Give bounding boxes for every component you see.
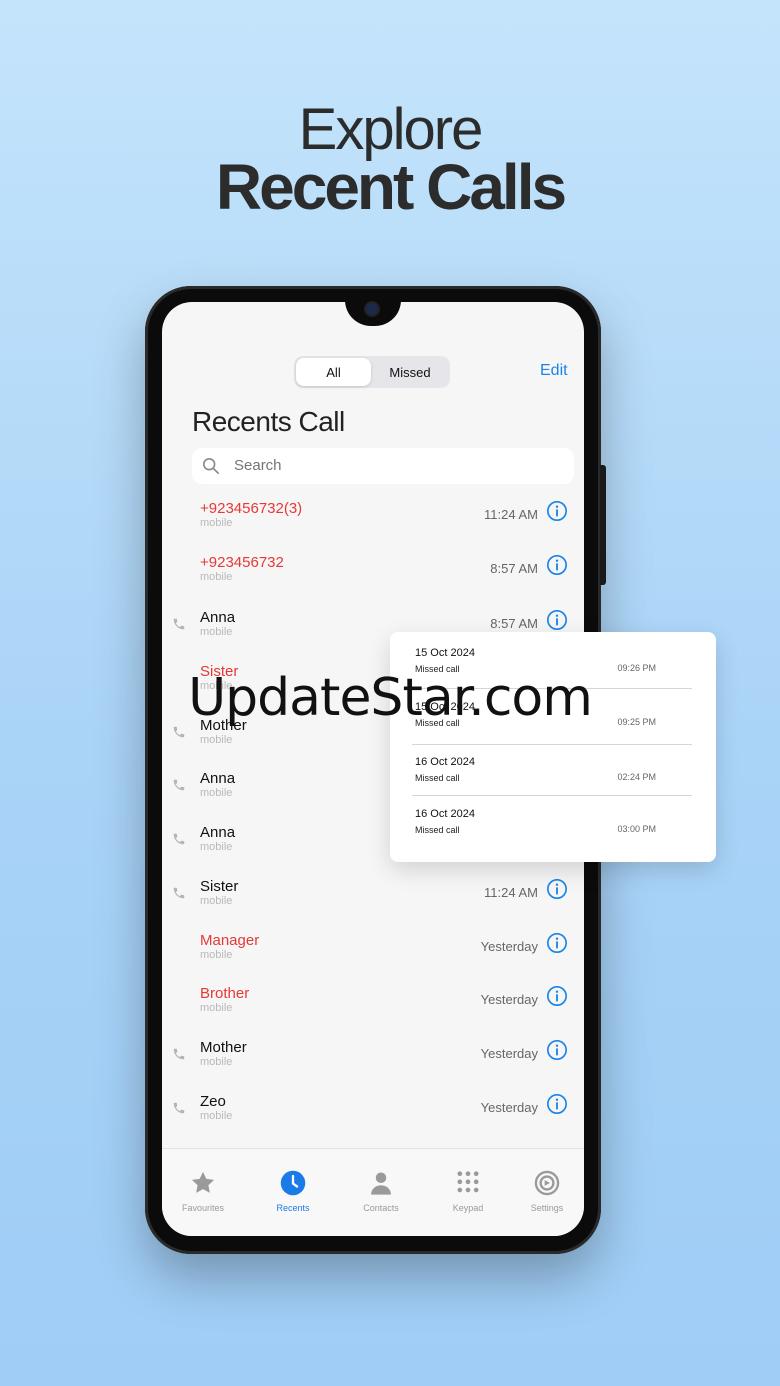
caller-name: Anna <box>200 824 236 841</box>
person-icon <box>371 1172 391 1195</box>
tab-recents-label: Recents <box>276 1203 310 1213</box>
info-icon[interactable] <box>546 878 568 900</box>
info-icon[interactable] <box>546 932 568 954</box>
call-type: mobile <box>200 626 233 638</box>
outgoing-call-icon <box>173 618 185 630</box>
tab-recents[interactable]: Recents <box>253 1169 333 1213</box>
call-type: mobile <box>200 1110 233 1122</box>
keypad-icon <box>457 1171 479 1193</box>
popup-time: 02:24 PM <box>617 772 656 782</box>
call-time: 11:24 AM <box>484 885 538 900</box>
info-icon[interactable] <box>546 609 568 631</box>
info-icon[interactable] <box>546 1039 568 1061</box>
call-history-popup: 15 Oct 2024 Missed call 09:26 PM 15 Oct … <box>390 632 716 862</box>
tab-settings[interactable]: Settings <box>507 1169 584 1213</box>
call-type: mobile <box>200 571 233 583</box>
outgoing-call-icon <box>173 779 185 791</box>
call-row[interactable]: +923456732(3) mobile 11:24 AM <box>162 500 584 554</box>
call-time: 8:57 AM <box>490 561 538 576</box>
call-row[interactable]: Manager mobile Yesterday <box>162 932 584 986</box>
clock-icon <box>280 1170 306 1196</box>
call-type: mobile <box>200 517 233 529</box>
popup-type: Missed call <box>415 773 460 783</box>
caller-name: Sister <box>200 878 239 895</box>
call-type: mobile <box>200 841 233 853</box>
popup-date: 15 Oct 2024 <box>415 647 475 659</box>
tab-bar: Favourites Recents Contacts Keypad Setti… <box>162 1148 584 1236</box>
call-time: Yesterday <box>480 939 538 954</box>
popup-type: Missed call <box>415 825 460 835</box>
caller-name: +923456732(3) <box>200 500 303 517</box>
caller-name: Mother <box>200 1039 247 1056</box>
caller-name: Anna <box>200 770 236 787</box>
search-icon <box>202 457 220 475</box>
popup-date: 16 Oct 2024 <box>415 808 475 820</box>
call-row[interactable]: Sister mobile 11:24 AM <box>162 878 584 932</box>
call-type: mobile <box>200 895 233 907</box>
call-time: Yesterday <box>480 1100 538 1115</box>
call-time: 11:24 AM <box>484 507 538 522</box>
front-camera <box>366 303 378 315</box>
call-type: mobile <box>200 1002 233 1014</box>
search-input[interactable] <box>234 457 534 474</box>
call-time: Yesterday <box>480 992 538 1007</box>
popup-item: 16 Oct 2024 Missed call 02:24 PM <box>414 756 692 806</box>
popup-divider <box>412 795 692 796</box>
popup-item: 16 Oct 2024 Missed call 03:00 PM <box>414 808 692 858</box>
tab-contacts-label: Contacts <box>363 1203 399 1213</box>
watermark: UpdateStar.com <box>188 668 593 728</box>
caller-name: Manager <box>200 932 260 949</box>
tab-keypad[interactable]: Keypad <box>428 1169 508 1213</box>
segment-all[interactable]: All <box>296 358 371 386</box>
outgoing-call-icon <box>173 887 185 899</box>
search-bar[interactable] <box>192 448 574 484</box>
popup-date: 16 Oct 2024 <box>415 756 475 768</box>
tab-contacts[interactable]: Contacts <box>341 1169 421 1213</box>
phone-side-button <box>600 465 606 585</box>
page-title: Recents Call <box>192 406 345 437</box>
outgoing-call-icon <box>173 833 185 845</box>
edit-button[interactable]: Edit <box>540 362 568 380</box>
call-row[interactable]: +923456732 mobile 8:57 AM <box>162 554 584 608</box>
call-time: Yesterday <box>480 1046 538 1061</box>
star-icon <box>191 1171 215 1193</box>
popup-time: 03:00 PM <box>617 824 656 834</box>
caller-name: +923456732 <box>200 554 284 571</box>
call-row[interactable]: Mother mobile Yesterday <box>162 1039 584 1093</box>
popup-divider <box>412 744 692 745</box>
call-type: mobile <box>200 949 233 961</box>
info-icon[interactable] <box>546 985 568 1007</box>
headline-recent-calls: Recent Calls <box>215 151 567 223</box>
tab-keypad-label: Keypad <box>452 1203 484 1213</box>
call-row[interactable]: Brother mobile Yesterday <box>162 985 584 1039</box>
caller-name: Zeo <box>200 1093 226 1110</box>
tab-favourites[interactable]: Favourites <box>163 1169 243 1213</box>
caller-name: Anna <box>200 609 236 626</box>
call-type: mobile <box>200 734 233 746</box>
gear-icon <box>534 1170 560 1196</box>
call-row[interactable]: Zeo mobile Yesterday <box>162 1093 584 1147</box>
segmented-control: All Missed <box>294 356 450 388</box>
info-icon[interactable] <box>546 554 568 576</box>
outgoing-call-icon <box>173 1102 185 1114</box>
tab-favourites-label: Favourites <box>181 1203 225 1213</box>
call-time: 8:57 AM <box>490 616 538 631</box>
caller-name: Brother <box>200 985 250 1002</box>
info-icon[interactable] <box>546 500 568 522</box>
info-icon[interactable] <box>546 1093 568 1115</box>
tab-settings-label: Settings <box>530 1203 564 1213</box>
outgoing-call-icon <box>173 1048 185 1060</box>
call-type: mobile <box>200 1056 233 1068</box>
segment-missed[interactable]: Missed <box>372 358 448 386</box>
call-type: mobile <box>200 787 233 799</box>
